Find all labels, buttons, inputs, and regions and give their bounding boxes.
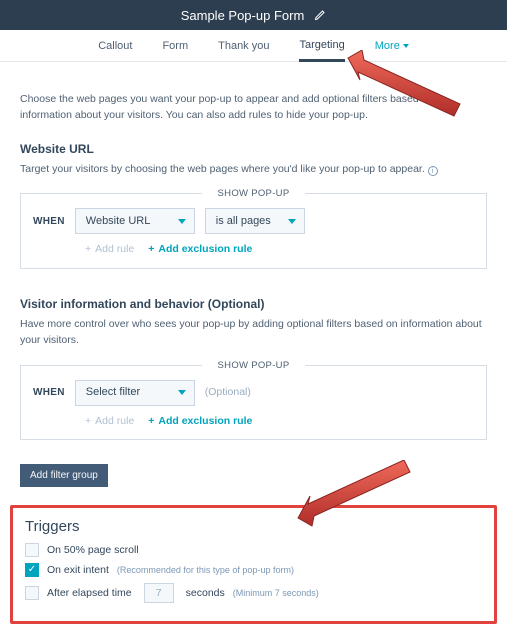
trigger-exit-note: (Recommended for this type of pop-up for… [117,565,294,575]
rule-row: WHEN Select filter (Optional) [33,380,474,406]
trigger-exit-label: On exit intent [47,564,109,576]
add-rule-button[interactable]: +Add rule [85,414,134,430]
add-exclusion-button[interactable]: +Add exclusion rule [148,414,252,430]
tab-form[interactable]: Form [162,32,188,60]
select-filter[interactable]: Select filter [75,380,195,406]
intro-text: Choose the web pages you want your pop-u… [20,92,487,124]
chevron-down-icon [178,390,186,395]
section-website-url-title: Website URL [20,140,487,158]
page-title: Sample Pop-up Form [181,8,305,23]
rule-links: +Add rule +Add exclusion rule [85,242,474,258]
when-label: WHEN [33,385,65,400]
when-label: WHEN [33,214,65,229]
tab-targeting[interactable]: Targeting [299,31,344,62]
add-exclusion-button[interactable]: +Add exclusion rule [148,242,252,258]
chevron-down-icon [178,219,186,224]
trigger-scroll-row: On 50% page scroll [25,543,482,557]
trigger-exit-row: ✓ On exit intent (Recommended for this t… [25,563,482,577]
select-value: Website URL [86,213,151,230]
edit-title-icon[interactable] [314,9,326,21]
triggers-panel: Triggers On 50% page scroll ✓ On exit in… [10,505,497,624]
page-header: Sample Pop-up Form [0,0,507,30]
tab-thankyou[interactable]: Thank you [218,32,269,60]
add-filter-group-button[interactable]: Add filter group [20,464,108,487]
help-icon[interactable]: i [428,166,438,176]
select-value: Select filter [86,384,140,401]
checkbox-scroll[interactable] [25,543,39,557]
tab-more-label: More [375,40,400,52]
visitor-panel: SHOW POP-UP WHEN Select filter (Optional… [20,365,487,441]
checkbox-elapsed-time[interactable] [25,586,39,600]
select-condition[interactable]: is all pages [205,208,305,234]
section-website-url-desc: Target your visitors by choosing the web… [20,162,487,178]
tab-more[interactable]: More [375,32,409,60]
trigger-time-pre: After elapsed time [47,587,132,599]
panel-legend: SHOW POP-UP [202,187,306,201]
chevron-down-icon [288,219,296,224]
panel-legend: SHOW POP-UP [202,359,306,373]
content-area: Choose the web pages you want your pop-u… [0,62,507,450]
tab-callout[interactable]: Callout [98,32,132,60]
trigger-time-post: seconds [186,587,225,599]
rule-row: WHEN Website URL is all pages [33,208,474,234]
trigger-scroll-label: On 50% page scroll [47,544,139,556]
trigger-time-row: After elapsed time seconds (Minimum 7 se… [25,583,482,603]
rule-links: +Add rule +Add exclusion rule [85,414,474,430]
chevron-down-icon [403,44,409,48]
section-visitor-title: Visitor information and behavior (Option… [20,295,487,313]
tabs-nav: Callout Form Thank you Targeting More [0,30,507,62]
website-url-panel: SHOW POP-UP WHEN Website URL is all page… [20,193,487,269]
optional-label: (Optional) [205,385,251,401]
select-website-url[interactable]: Website URL [75,208,195,234]
triggers-title: Triggers [25,518,482,535]
section-visitor-desc: Have more control over who sees your pop… [20,317,487,349]
seconds-input[interactable] [144,583,174,603]
add-rule-button[interactable]: +Add rule [85,242,134,258]
select-value: is all pages [216,213,271,230]
checkbox-exit-intent[interactable]: ✓ [25,563,39,577]
